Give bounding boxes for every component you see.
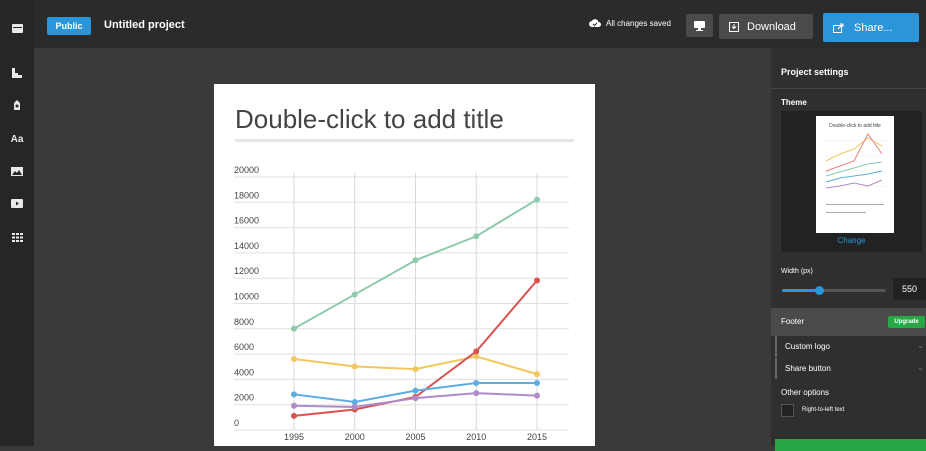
y-tick-label: 12000: [234, 266, 259, 276]
green-action-bar[interactable]: [775, 439, 926, 451]
data-point: [473, 379, 480, 386]
x-tick-label: 2015: [527, 432, 547, 442]
data-point: [291, 412, 297, 419]
data-point: [534, 371, 540, 378]
x-tick-label: 2000: [345, 432, 365, 442]
x-tick-label: 1995: [284, 432, 304, 442]
y-tick-label: 14000: [234, 241, 259, 251]
width-slider-handle[interactable]: [814, 286, 824, 295]
text-font-icon[interactable]: Aa: [0, 128, 34, 150]
y-tick-label: 16000: [234, 216, 259, 226]
y-tick-label: 0: [234, 418, 239, 428]
theme-label: Theme: [781, 98, 807, 107]
save-status-text: All changes saved: [606, 19, 671, 28]
y-tick-label: 2000: [234, 393, 254, 403]
rtl-label: Right-to-left text: [802, 407, 845, 413]
footer-label: Footer: [781, 317, 805, 326]
sidebar-heading: Project settings: [781, 67, 849, 77]
settings-sidebar: Project settings Theme Double-click to a…: [771, 48, 926, 451]
monitor-icon: [694, 20, 705, 31]
project-title[interactable]: Untitled project: [104, 19, 185, 31]
y-tick-label: 4000: [234, 367, 254, 377]
data-point: [291, 402, 297, 409]
y-tick-label: 8000: [234, 317, 254, 327]
rtl-checkbox[interactable]: [781, 404, 794, 417]
data-point: [351, 404, 358, 411]
download-button[interactable]: Download: [719, 14, 813, 39]
data-point: [291, 325, 297, 332]
video-icon[interactable]: [0, 192, 34, 214]
width-label: Width (px): [781, 268, 813, 275]
theme-thumbnail: Double-click to add title: [816, 116, 894, 233]
y-tick-label: 18000: [234, 190, 259, 200]
width-slider[interactable]: [782, 286, 886, 295]
download-label: Download: [747, 20, 796, 33]
data-point: [412, 366, 419, 373]
data-point: [412, 387, 419, 394]
share-button[interactable]: Share...: [823, 13, 919, 42]
line-chart[interactable]: 2000018000160001400012000100008000600040…: [214, 84, 595, 446]
y-tick-label: 10000: [234, 292, 259, 302]
x-tick-label: 2010: [466, 432, 486, 442]
data-point: [534, 277, 540, 284]
data-point: [291, 391, 297, 398]
data-point: [534, 196, 540, 203]
x-tick-label: 2005: [405, 432, 425, 442]
data-point: [473, 390, 480, 397]
footer-section[interactable]: Footer Upgrade: [771, 308, 926, 336]
divider: [771, 88, 926, 89]
y-tick-label: 20000: [234, 165, 259, 175]
share-button-label: Share button: [785, 364, 831, 373]
public-button[interactable]: Public: [47, 17, 91, 35]
folder-icon[interactable]: [0, 17, 34, 39]
chevron-down-icon: ⌄: [917, 363, 924, 372]
cloud-check-icon: [589, 19, 601, 27]
data-point: [534, 379, 540, 386]
change-theme-link[interactable]: Change: [781, 236, 922, 245]
width-slider-fill: [782, 289, 820, 292]
paint-bucket-icon[interactable]: [0, 94, 34, 116]
custom-logo-option[interactable]: Custom logo ⌄: [775, 336, 926, 357]
data-point: [351, 363, 358, 370]
share-label: Share...: [854, 21, 893, 34]
theme-thumb-chart: [824, 133, 888, 213]
data-point: [473, 348, 480, 355]
share-icon: [833, 23, 844, 33]
custom-logo-label: Custom logo: [785, 342, 830, 351]
left-toolbar: Aa: [0, 0, 34, 446]
theme-preview[interactable]: Double-click to add title Change: [781, 111, 922, 252]
grid-icon[interactable]: [0, 226, 34, 248]
image-icon[interactable]: [0, 160, 34, 182]
data-point: [351, 291, 358, 298]
chart-type-icon[interactable]: [0, 62, 34, 84]
data-point: [412, 395, 419, 402]
data-point: [291, 355, 297, 362]
other-options-label: Other options: [781, 388, 830, 397]
y-tick-label: 6000: [234, 342, 254, 352]
data-point: [412, 257, 419, 264]
width-input[interactable]: 550: [893, 278, 926, 300]
upgrade-badge[interactable]: Upgrade: [888, 316, 925, 328]
save-status: All changes saved: [589, 19, 671, 28]
chart-canvas[interactable]: Double-click to add title 20000 18000 1600…: [214, 84, 595, 446]
share-button-option[interactable]: Share button ⌄: [775, 358, 926, 379]
data-point: [534, 392, 540, 399]
present-button[interactable]: [686, 14, 713, 37]
data-point: [473, 233, 480, 240]
chevron-down-icon: ⌄: [917, 341, 924, 350]
download-icon: [729, 21, 739, 32]
